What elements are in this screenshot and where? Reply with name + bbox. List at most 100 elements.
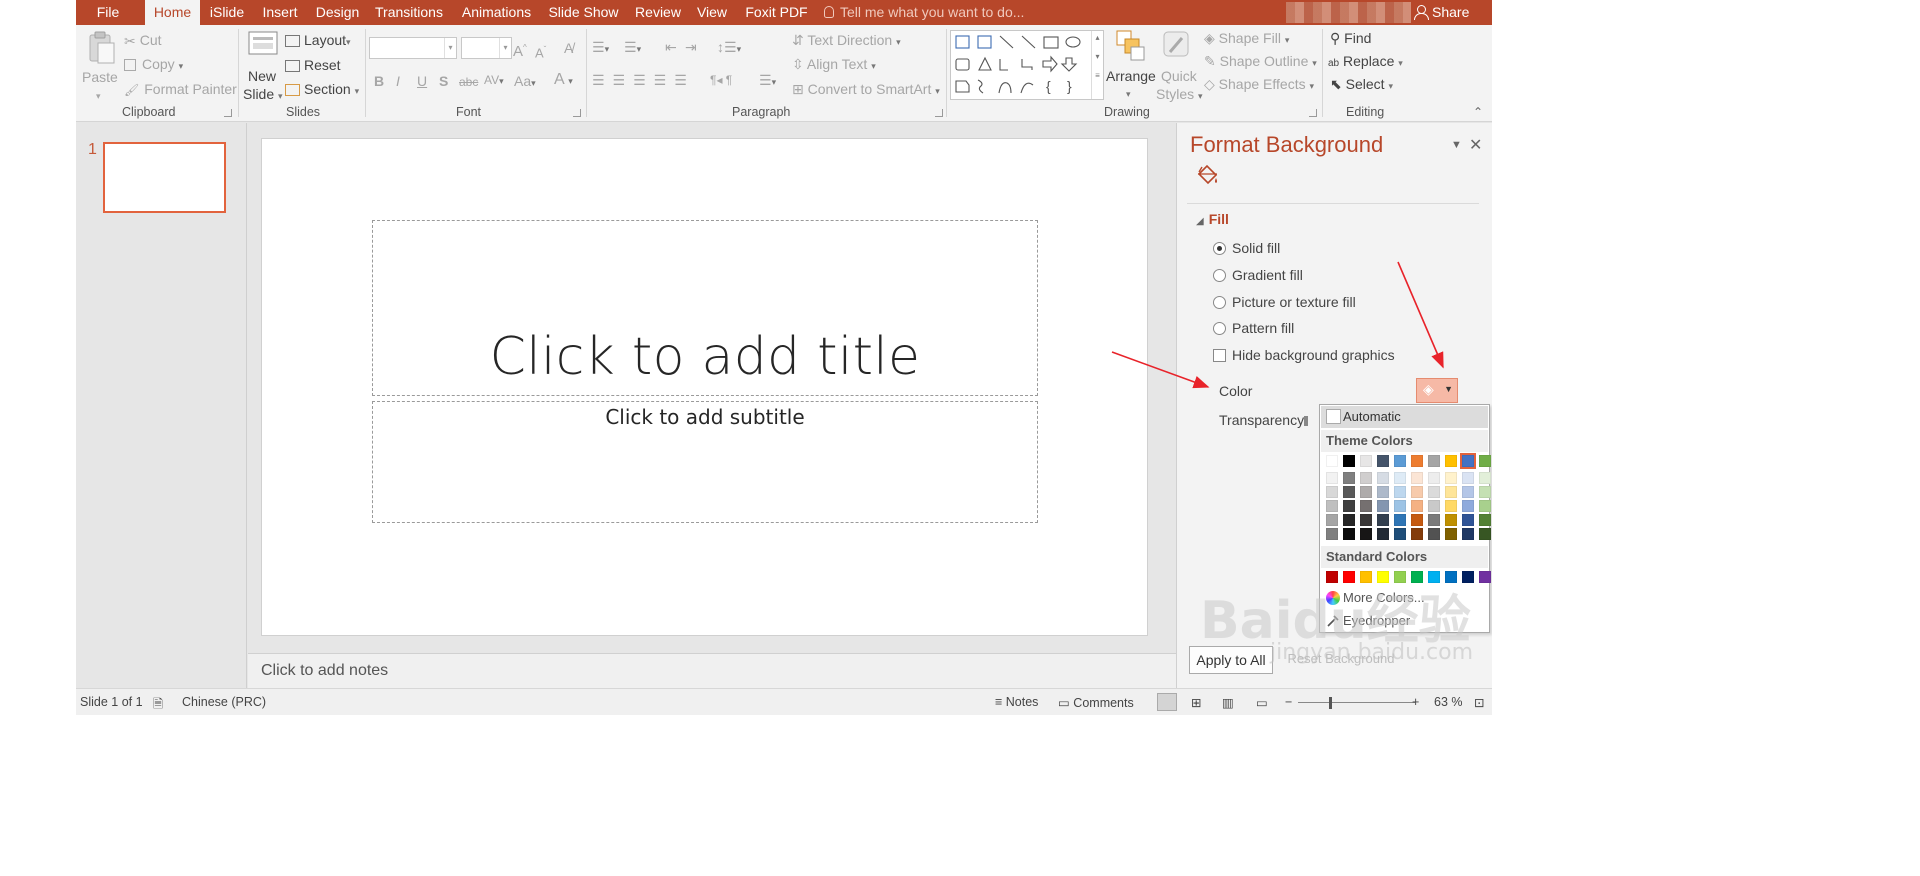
automatic-color-item[interactable]: Automatic [1321,406,1488,428]
standard-color-swatch[interactable] [1411,571,1423,583]
theme-color-swatch[interactable] [1394,455,1406,467]
bold-icon[interactable]: B [374,72,384,90]
theme-shade-swatch[interactable] [1394,528,1406,540]
standard-color-swatch[interactable] [1462,571,1474,583]
columns-icon[interactable]: ☰▾ [759,71,776,91]
fill-paint-bucket-icon[interactable] [1194,163,1220,192]
theme-shade-swatch[interactable] [1411,500,1423,512]
gallery-scroll[interactable]: ▴ ▾ ≡ [1091,31,1103,99]
theme-shade-swatch[interactable] [1326,486,1338,498]
tab-slide-show[interactable]: Slide Show [546,0,621,25]
theme-shade-swatch[interactable] [1377,528,1389,540]
layout-button[interactable]: Layout▾ [285,31,351,51]
line-spacing-icon[interactable]: ↕☰▾ [717,38,741,58]
theme-shade-swatch[interactable] [1411,528,1423,540]
theme-shade-swatch[interactable] [1411,472,1423,484]
theme-shade-swatch[interactable] [1343,472,1355,484]
zoom-slider[interactable] [1298,702,1415,703]
arrange-dropdown-icon[interactable]: ▾ [1126,85,1131,103]
new-slide-dropdown[interactable]: Slide ▾ [243,85,283,105]
standard-color-swatch[interactable] [1394,571,1406,583]
theme-shade-swatch[interactable] [1479,500,1491,512]
reset-background-button[interactable]: Reset Background [1281,646,1401,674]
text-direction-button[interactable]: ⇵ Text Direction ▾ [792,31,901,51]
notes-pane[interactable]: Click to add notes [248,653,1176,688]
theme-shade-swatch[interactable] [1428,472,1440,484]
standard-color-swatch[interactable] [1360,571,1372,583]
standard-color-swatch[interactable] [1428,571,1440,583]
solid-fill-option[interactable]: Solid fill [1213,240,1280,256]
radio-button[interactable] [1213,269,1226,282]
numbering-icon[interactable]: ☰▾ [624,38,641,58]
align-text-button[interactable]: ⇳ Align Text ▾ [792,55,876,75]
tab-design[interactable]: Design [311,0,364,25]
tab-view[interactable]: View [694,0,730,25]
italic-icon[interactable]: I [396,72,400,90]
change-case-icon[interactable]: Aa▾ [514,72,536,92]
theme-shade-swatch[interactable] [1377,500,1389,512]
normal-view-icon[interactable] [1157,693,1177,711]
section-button[interactable]: Section ▾ [285,80,359,100]
zoom-level[interactable]: 63 % [1434,695,1463,709]
theme-shade-swatch[interactable] [1462,514,1474,526]
picture-texture-fill-option[interactable]: Picture or texture fill [1213,294,1356,310]
hide-background-graphics-option[interactable]: Hide background graphics [1213,347,1395,363]
font-size-combobox[interactable]: ▾ [461,37,512,59]
shape-effects-button[interactable]: ◇ Shape Effects ▾ [1204,75,1314,95]
quick-styles-dropdown[interactable]: Styles ▾ [1156,85,1203,105]
pattern-fill-option[interactable]: Pattern fill [1213,320,1294,336]
slide-sorter-icon[interactable]: ⊞ [1191,695,1201,710]
notes-toggle-button[interactable]: ≡ Notes [995,695,1038,709]
theme-color-swatch[interactable] [1360,455,1372,467]
alignment-icons[interactable]: ☰☰☰☰☰ [592,71,695,89]
theme-shade-swatch[interactable] [1360,472,1372,484]
theme-shade-swatch[interactable] [1360,528,1372,540]
replace-button[interactable]: ab Replace ▾ [1328,52,1403,73]
theme-shade-swatch[interactable] [1343,514,1355,526]
tab-review[interactable]: Review [633,0,683,25]
cut-button[interactable]: ✂ Cut [124,31,162,50]
slideshow-view-icon[interactable]: ▭ [1256,695,1268,710]
eyedropper-item[interactable]: Eyedropper [1321,610,1488,632]
chevron-down-icon[interactable]: ▾ [444,38,456,58]
tab-islide[interactable]: iSlide [204,0,250,25]
collapse-ribbon-icon[interactable]: ⌃ [1473,103,1483,121]
theme-shade-swatch[interactable] [1445,486,1457,498]
pane-options-icon[interactable]: ▼ [1451,139,1462,151]
convert-smartart-button[interactable]: ⊞ Convert to SmartArt ▾ [792,80,940,100]
strikethrough-icon[interactable]: abc [459,73,478,91]
copy-button[interactable]: Copy ▾ [124,55,183,75]
standard-color-swatch[interactable] [1479,571,1491,583]
zoom-out-icon[interactable]: − [1285,695,1292,709]
theme-color-swatch[interactable] [1326,455,1338,467]
theme-shade-swatch[interactable] [1462,472,1474,484]
theme-shade-swatch[interactable] [1445,528,1457,540]
theme-color-swatch[interactable] [1460,453,1476,469]
standard-color-swatch[interactable] [1343,571,1355,583]
theme-shade-swatch[interactable] [1411,486,1423,498]
find-button[interactable]: ⚲ Find [1330,29,1371,47]
clipboard-launcher-icon[interactable] [224,109,232,117]
theme-shade-swatch[interactable] [1411,514,1423,526]
theme-color-swatch[interactable] [1445,455,1457,467]
theme-shade-swatch[interactable] [1445,500,1457,512]
theme-shade-swatch[interactable] [1360,514,1372,526]
theme-shade-swatch[interactable] [1428,486,1440,498]
theme-shade-swatch[interactable] [1428,514,1440,526]
standard-color-swatch[interactable] [1377,571,1389,583]
theme-shade-swatch[interactable] [1462,528,1474,540]
share-button[interactable]: Share [1414,0,1469,25]
tab-animations[interactable]: Animations [457,0,536,25]
theme-shade-swatch[interactable] [1394,500,1406,512]
theme-shade-swatch[interactable] [1326,514,1338,526]
theme-color-swatch[interactable] [1343,455,1355,467]
fit-slide-icon[interactable]: ⊡ [1474,695,1484,710]
gradient-fill-option[interactable]: Gradient fill [1213,267,1303,283]
increase-indent-icon[interactable]: ⇥ [685,38,697,56]
grow-font-icon[interactable]: A^ [513,39,527,61]
theme-shade-swatch[interactable] [1394,486,1406,498]
checkbox[interactable] [1213,349,1226,362]
radio-button[interactable] [1213,296,1226,309]
theme-shade-swatch[interactable] [1360,500,1372,512]
comments-toggle-button[interactable]: ▭ Comments [1058,695,1134,710]
